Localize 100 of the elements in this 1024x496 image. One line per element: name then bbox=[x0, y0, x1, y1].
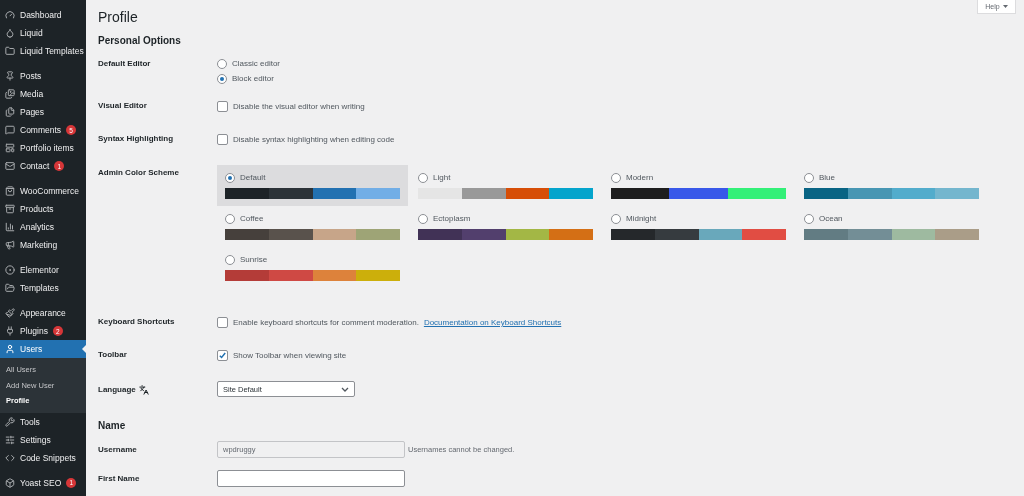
documentation-link[interactable]: Documentation on Keyboard Shortcuts bbox=[423, 318, 562, 327]
field-label: Visual Editor bbox=[98, 101, 147, 110]
text-field[interactable] bbox=[217, 470, 405, 487]
code-icon bbox=[5, 452, 15, 463]
menu-label: Media bbox=[20, 89, 44, 99]
wrench-icon bbox=[5, 416, 15, 427]
field-label: Language bbox=[98, 385, 136, 394]
checkbox[interactable] bbox=[217, 317, 228, 328]
sidebar-item[interactable]: Media bbox=[0, 85, 86, 103]
option-text: Disable syntax highlighting when editing code bbox=[233, 135, 395, 144]
scheme-name: Blue bbox=[819, 173, 835, 182]
scheme-name: Midnight bbox=[626, 214, 657, 223]
radio-button[interactable] bbox=[217, 73, 227, 84]
field-label: Admin Color Scheme bbox=[98, 168, 179, 177]
radio-option[interactable]: Block editor bbox=[217, 71, 1016, 86]
scheme-name: Light bbox=[433, 173, 451, 182]
pin-icon bbox=[5, 71, 15, 81]
menu-label: Yoast SEO bbox=[20, 477, 62, 488]
sidebar-item[interactable]: Products bbox=[0, 200, 86, 218]
color-scheme-option[interactable]: Blue bbox=[796, 165, 987, 206]
sidebar-item[interactable]: Dashboard bbox=[0, 6, 86, 24]
radio-button[interactable] bbox=[225, 254, 235, 265]
sidebar-item[interactable]: Templates bbox=[0, 279, 86, 297]
sidebar-item[interactable]: Users bbox=[0, 340, 86, 358]
archive-icon bbox=[5, 204, 15, 214]
gauge-icon bbox=[5, 10, 15, 20]
caret-icon bbox=[1002, 5, 1008, 8]
radio-button[interactable] bbox=[225, 172, 235, 183]
sidebar-item[interactable]: Elementor bbox=[0, 261, 86, 279]
scheme-name: Ocean bbox=[819, 214, 843, 223]
menu-label: Liquid Templates bbox=[20, 46, 84, 56]
section-heading: Name bbox=[98, 420, 127, 431]
option-text: Show Toolbar when viewing site bbox=[233, 351, 347, 360]
scheme-name: Modern bbox=[626, 173, 654, 182]
radio-button[interactable] bbox=[804, 172, 814, 183]
field-label: Keyboard Shortcuts bbox=[98, 317, 175, 326]
menu-label: Settings bbox=[20, 434, 51, 445]
sidebar-item[interactable]: Marketing bbox=[0, 236, 86, 254]
sidebar-item[interactable]: Liquid bbox=[0, 24, 86, 42]
menu-label: WooCommerce bbox=[20, 186, 79, 196]
checkbox-option[interactable]: Show Toolbar when viewing site bbox=[217, 348, 1016, 363]
scheme-name: Ectoplasm bbox=[433, 214, 471, 223]
plug-icon bbox=[5, 326, 15, 336]
folder-icon bbox=[5, 283, 15, 293]
checkbox-option[interactable]: Enable keyboard shortcuts for comment moderation. Documentation on Keyboard Shortcuts bbox=[217, 315, 1016, 330]
radio-button[interactable] bbox=[418, 213, 428, 224]
radio-button[interactable] bbox=[611, 213, 621, 224]
menu-label: Users bbox=[20, 344, 43, 354]
bag-icon bbox=[5, 186, 15, 196]
menu-label: Dashboard bbox=[20, 10, 62, 20]
sidebar-item[interactable]: Liquid Templates bbox=[0, 42, 86, 60]
radio-option[interactable]: Classic editor bbox=[217, 56, 1016, 71]
checkmark-icon bbox=[218, 351, 227, 360]
scheme-name: Default bbox=[240, 173, 266, 182]
menu-label: Contact bbox=[20, 161, 50, 171]
sidebar-item[interactable]: Portfolio items bbox=[0, 139, 86, 157]
menu-label: Pages bbox=[20, 107, 45, 117]
color-scheme-option[interactable]: Midnight bbox=[603, 206, 794, 247]
sidebar-item[interactable]: WooCommerce bbox=[0, 182, 86, 200]
checkbox[interactable] bbox=[217, 101, 228, 112]
checkbox[interactable] bbox=[217, 134, 228, 145]
radio-button[interactable] bbox=[225, 213, 235, 224]
checkbox[interactable] bbox=[217, 350, 228, 361]
menu-label: Marketing bbox=[20, 240, 58, 250]
section-heading: Personal Options bbox=[98, 35, 182, 46]
option-text: Enable keyboard shortcuts for comment moderation. bbox=[233, 318, 419, 327]
menu-label: Templates bbox=[20, 283, 59, 293]
color-scheme-option[interactable]: Light bbox=[410, 165, 601, 206]
color-scheme-option[interactable]: Modern bbox=[603, 165, 794, 206]
menu-label: Portfolio items bbox=[20, 143, 74, 153]
radio-button[interactable] bbox=[611, 172, 621, 183]
scheme-name: Coffee bbox=[240, 214, 264, 223]
menu-label: Comments bbox=[20, 125, 62, 135]
color-scheme-option[interactable]: Coffee bbox=[217, 206, 408, 247]
radio-button[interactable] bbox=[217, 58, 227, 69]
droplet-icon bbox=[5, 28, 15, 38]
sidebar-item[interactable]: Posts bbox=[0, 67, 86, 85]
speech-bubble-icon bbox=[5, 125, 15, 135]
sidebar-item[interactable]: Analytics bbox=[0, 218, 86, 236]
color-scheme-option[interactable]: Default bbox=[217, 165, 408, 206]
sliders-icon bbox=[5, 434, 15, 445]
color-scheme-option[interactable]: Ectoplasm bbox=[410, 206, 601, 247]
folder-icon bbox=[5, 46, 15, 56]
menu-label: Posts bbox=[20, 71, 42, 81]
sidebar-item[interactable]: Code Snippets bbox=[0, 448, 86, 467]
sidebar-item[interactable]: Settings bbox=[0, 430, 86, 449]
sidebar-item[interactable]: Tools bbox=[0, 412, 86, 431]
radio-button[interactable] bbox=[418, 172, 428, 183]
checkbox-option[interactable]: Disable the visual editor when writing bbox=[217, 99, 1016, 114]
menu-label: Tools bbox=[20, 416, 40, 427]
images-icon bbox=[5, 89, 15, 99]
bar-chart-icon bbox=[5, 222, 15, 232]
color-scheme-option[interactable]: Sunrise bbox=[217, 247, 408, 288]
sidebar-item[interactable]: Appearance bbox=[0, 304, 86, 322]
field-label: Username bbox=[98, 445, 137, 454]
color-scheme-option[interactable]: Ocean bbox=[796, 206, 987, 247]
checkbox-option[interactable]: Disable syntax highlighting when editing code bbox=[217, 132, 1016, 147]
pages-icon bbox=[5, 107, 15, 117]
radio-button[interactable] bbox=[804, 213, 814, 224]
sidebar-item[interactable]: Pages bbox=[0, 103, 86, 121]
